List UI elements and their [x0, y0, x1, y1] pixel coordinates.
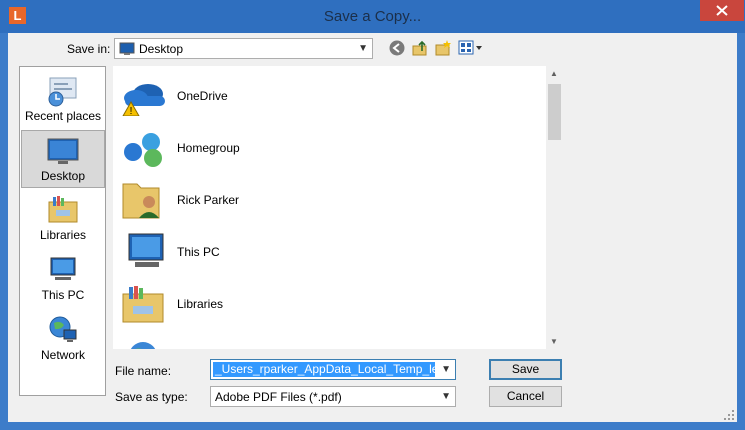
recent-places-icon [48, 77, 77, 107]
scroll-down-icon[interactable]: ▼ [550, 337, 558, 346]
network-icon [130, 342, 156, 349]
place-network[interactable]: Network [21, 310, 105, 368]
file-list[interactable]: ! OneDrive Homegroup Rick Parker This PC… [113, 66, 546, 349]
file-name: Homegroup [177, 141, 240, 155]
save-in-value: Desktop [139, 42, 184, 56]
libraries-icon [48, 196, 78, 223]
this-pc-icon [128, 233, 164, 267]
places-bar: Recent places Desktop Libraries This PC … [19, 66, 106, 396]
homegroup-icon [124, 133, 162, 167]
place-label: Network [40, 348, 85, 362]
user-folder-icon [122, 183, 160, 219]
chevron-down-icon: ▼ [441, 391, 451, 402]
chevron-down-icon[interactable]: ▼ [441, 364, 451, 375]
close-button[interactable] [700, 0, 744, 21]
cancel-button[interactable]: Cancel [489, 386, 562, 407]
save-as-type-value: Adobe PDF Files (*.pdf) [215, 390, 342, 404]
list-item-libraries[interactable]: Libraries [121, 280, 521, 328]
desktop-icon [119, 42, 135, 55]
save-in-label: Save in: [67, 42, 111, 56]
up-folder-icon[interactable] [411, 39, 429, 57]
file-name: Libraries [177, 297, 224, 311]
window-title: Save a Copy... [323, 8, 422, 25]
save-as-type-dropdown[interactable]: Adobe PDF Files (*.pdf) ▼ [210, 386, 456, 407]
file-name: Rick Parker [177, 193, 240, 207]
view-menu-icon[interactable] [458, 39, 484, 57]
file-name-input[interactable]: _Users_rparker_AppData_Local_Temp_ledAFA… [210, 359, 456, 380]
list-item-rick-parker[interactable]: Rick Parker [121, 176, 521, 224]
scroll-thumb[interactable] [548, 84, 561, 140]
save-as-type-label: Save as type: [115, 390, 188, 404]
list-item-homegroup[interactable]: Homegroup [121, 124, 521, 172]
place-libraries[interactable]: Libraries [21, 190, 105, 248]
list-item-partial [121, 332, 521, 349]
file-name-label: File name: [115, 364, 172, 378]
list-item-onedrive[interactable]: ! OneDrive [121, 72, 521, 120]
svg-text:!: ! [130, 106, 133, 116]
back-icon[interactable] [388, 39, 406, 57]
place-label: Libraries [39, 228, 87, 242]
save-button[interactable]: Save [489, 359, 562, 380]
save-dialog-window: L Save a Copy... Save in: Desktop ▼ Rece… [0, 0, 745, 430]
dialog-body: Save in: Desktop ▼ Recent places Desktop… [8, 33, 737, 422]
place-desktop[interactable]: Desktop [21, 130, 105, 188]
scroll-up-icon[interactable]: ▲ [550, 69, 558, 78]
place-label: Recent places [24, 109, 102, 123]
resize-grip-icon[interactable] [723, 409, 735, 421]
close-icon [716, 5, 728, 16]
save-in-dropdown[interactable]: Desktop ▼ [114, 38, 373, 59]
list-item-this-pc[interactable]: This PC [121, 228, 521, 276]
libraries-icon [122, 286, 164, 323]
vertical-scrollbar[interactable]: ▲ ▼ [546, 66, 563, 349]
place-recent-places[interactable]: Recent places [21, 71, 105, 129]
desktop-icon [47, 138, 79, 164]
this-pc-icon [50, 257, 76, 280]
new-folder-icon[interactable] [434, 39, 452, 57]
onedrive-icon: ! [122, 84, 165, 116]
file-name: OneDrive [177, 89, 228, 103]
place-label: This PC [41, 288, 85, 302]
file-name: This PC [177, 245, 220, 259]
file-name-value: _Users_rparker_AppData_Local_Temp_ledAFA [213, 362, 435, 377]
place-this-pc[interactable]: This PC [21, 250, 105, 308]
place-label: Desktop [40, 169, 86, 183]
title-bar[interactable]: L Save a Copy... [0, 0, 745, 33]
network-icon [49, 316, 77, 342]
chevron-down-icon: ▼ [358, 43, 368, 54]
